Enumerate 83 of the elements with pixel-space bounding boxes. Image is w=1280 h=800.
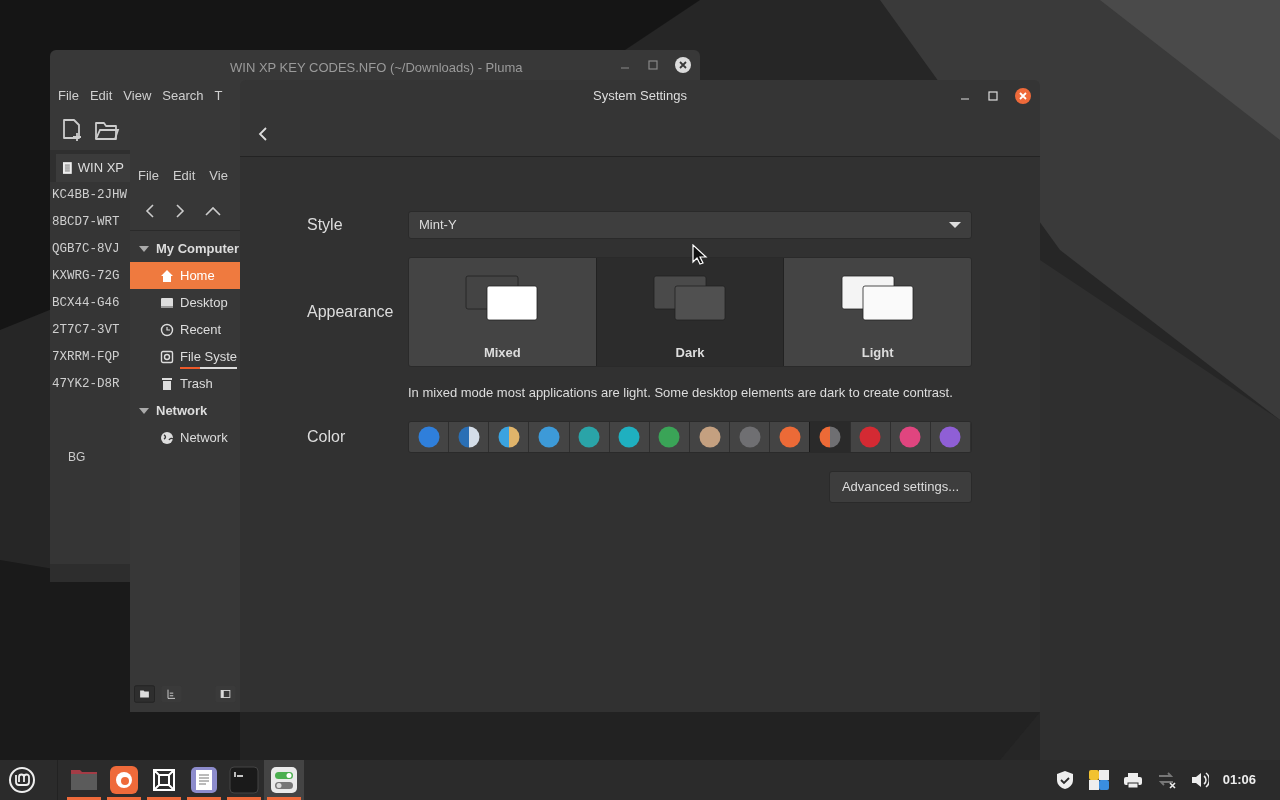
appearance-option[interactable]: Light <box>784 258 971 366</box>
sidebar-item[interactable]: Recent <box>130 316 240 343</box>
drive-icon <box>160 349 174 364</box>
color-swatch[interactable] <box>690 421 731 452</box>
windows-icon <box>653 275 727 321</box>
menu-item[interactable]: File <box>138 166 159 186</box>
field-label: Style <box>307 215 343 235</box>
mouse-pointer-icon <box>692 244 708 266</box>
text-line: QGB7C-8VJ <box>52 241 120 258</box>
printer-icon[interactable] <box>1122 771 1143 789</box>
appearance-option[interactable]: Mixed <box>409 258 596 366</box>
sidebar-item[interactable]: Network <box>130 424 240 451</box>
appearance-option[interactable]: Dark <box>595 258 785 366</box>
new-file-icon[interactable] <box>60 117 84 143</box>
menu-item[interactable]: View <box>123 86 152 106</box>
forward-icon[interactable] <box>174 202 186 219</box>
text-line: KXWRG-72G <box>52 268 120 285</box>
color-swatch[interactable] <box>730 421 771 452</box>
text-line: BCX44-G46 <box>52 295 120 312</box>
menu-item[interactable]: File <box>58 86 79 106</box>
text-line: KC4BB-2JHW <box>52 187 127 204</box>
menu-item[interactable]: T <box>214 86 223 106</box>
shield-icon[interactable] <box>1054 770 1075 790</box>
sidebar-item[interactable]: File Syste <box>130 343 240 370</box>
desktop-icon <box>160 295 174 310</box>
color-swatch[interactable] <box>449 421 490 452</box>
clock-icon <box>160 322 174 337</box>
text-line: 2T7C7-3VT <box>52 322 120 339</box>
menu-item[interactable]: Search <box>162 86 204 106</box>
status-text: BG <box>68 449 86 466</box>
home-icon <box>160 268 174 283</box>
color-swatch[interactable] <box>890 421 931 452</box>
color-swatch[interactable] <box>489 421 530 452</box>
caret-icon <box>949 222 961 228</box>
description-text: In mixed mode most applications are light. Some desktop elements are dark to create contrast. <box>408 384 953 402</box>
trash-icon <box>160 376 174 391</box>
section-heading: My Computer <box>156 239 240 258</box>
color-swatch[interactable] <box>770 421 811 452</box>
menu-item[interactable]: Edit <box>172 166 196 186</box>
window-title: WIN XP KEY CODES.NFO (~/Downloads) - Pluma <box>230 59 523 77</box>
volume-icon[interactable] <box>1190 770 1209 790</box>
color-swatch[interactable] <box>930 421 971 452</box>
up-icon[interactable] <box>204 204 222 217</box>
style-dropdown[interactable]: Mint-Y <box>408 211 972 239</box>
expander-icon[interactable] <box>138 243 150 254</box>
network-icon[interactable] <box>1156 770 1177 790</box>
sidebar-item[interactable]: Trash <box>130 370 240 397</box>
maximize-icon[interactable] <box>986 89 1000 103</box>
field-label: Color <box>307 426 346 447</box>
windows-icon <box>840 275 915 321</box>
color-swatch[interactable] <box>529 421 570 452</box>
color-swatch[interactable] <box>810 421 851 452</box>
update-manager-icon[interactable] <box>1088 770 1109 790</box>
globe-icon <box>160 430 174 445</box>
color-swatch[interactable] <box>569 421 610 452</box>
field-label: Appearance <box>307 302 394 322</box>
back-icon[interactable] <box>258 127 268 141</box>
places-button[interactable] <box>134 684 155 704</box>
close-icon[interactable] <box>1014 87 1032 105</box>
menu-item[interactable]: Vie <box>209 166 228 186</box>
browser-icon <box>108 763 140 796</box>
terminal-icon <box>228 763 260 796</box>
text-line: 47YK2-D8R <box>52 376 120 393</box>
section-heading: Network <box>156 401 208 420</box>
expander-icon[interactable] <box>138 405 150 416</box>
color-swatch[interactable] <box>409 421 450 452</box>
window-title: System Settings <box>593 87 687 106</box>
menu-item[interactable]: Edit <box>89 86 113 106</box>
clock[interactable]: 01:06 <box>1222 770 1256 790</box>
text-line: 8BCD7-WRT <box>52 214 120 231</box>
text-line: 7XRRM-FQP <box>52 349 120 366</box>
color-swatch[interactable] <box>649 421 690 452</box>
windows-icon <box>465 275 540 321</box>
taskbar-button[interactable] <box>264 760 304 800</box>
document-icon <box>62 161 73 175</box>
document-tab[interactable]: WIN XP <box>56 154 130 182</box>
color-swatch[interactable] <box>609 421 650 452</box>
menu-icon[interactable] <box>8 766 36 794</box>
color-swatch[interactable] <box>850 421 891 452</box>
advanced-settings-button[interactable]: Advanced settings... <box>828 470 972 503</box>
sidebar-item[interactable]: Desktop <box>130 289 240 316</box>
close-icon[interactable] <box>674 56 692 74</box>
back-icon[interactable] <box>144 202 156 219</box>
